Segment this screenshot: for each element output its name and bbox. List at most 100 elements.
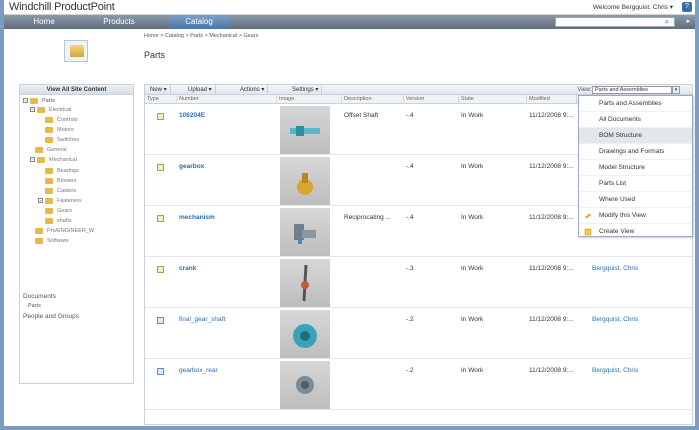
menu-item-drawings-formats[interactable]: Drawings and Formats (579, 144, 692, 160)
part-state: In Work (461, 214, 484, 221)
part-thumbnail[interactable] (280, 157, 330, 205)
col-number[interactable]: Number (177, 95, 277, 104)
modified-by-link[interactable]: Bergquist, Chris (592, 316, 638, 324)
part-thumbnail[interactable] (280, 310, 330, 358)
table-row[interactable]: final_gear_shaft -.2 In Work 11/12/2008 … (145, 309, 692, 359)
menu-item-parts-assemblies[interactable]: Parts and Assemblies (579, 96, 692, 112)
part-number[interactable]: gearbox_rear (179, 367, 218, 375)
part-description: Offset Shaft (344, 112, 379, 119)
part-thumbnail[interactable] (280, 106, 330, 154)
part-type-icon (157, 266, 164, 273)
modified-by-link[interactable]: Bergquist, Chris (592, 265, 638, 273)
tree-item[interactable]: Controls (45, 116, 77, 125)
part-version: -.2 (406, 316, 414, 323)
part-number[interactable]: final_gear_shaft (179, 316, 225, 324)
new-button[interactable]: New ▾ (147, 85, 171, 95)
tree-item[interactable]: Switches (45, 136, 79, 145)
tree-item[interactable]: Blowers (45, 177, 77, 186)
top-bar: Windchill ProductPoint Welcome Bergquist… (4, 0, 695, 15)
tree-item[interactable]: − Electrical (30, 106, 71, 115)
nav-link-parts[interactable]: Parts (28, 303, 41, 309)
menu-item-all-documents[interactable]: All Documents (579, 112, 692, 128)
menu-item-model-structure[interactable]: Model Structure (579, 160, 692, 176)
part-number[interactable]: 106204E (179, 112, 205, 120)
tree-item[interactable]: Casters (45, 187, 76, 196)
settings-button[interactable]: Settings ▾ (289, 85, 323, 95)
view-select[interactable]: Parts and Assemblies (592, 86, 672, 94)
part-type-icon (157, 317, 164, 324)
expand-icon[interactable]: + (38, 198, 43, 204)
folder-icon (35, 227, 43, 234)
part-thumbnail[interactable] (280, 259, 330, 307)
part-number[interactable]: gearbox (179, 163, 204, 171)
tree-item[interactable]: Gears (45, 207, 72, 216)
part-thumbnail[interactable] (280, 208, 330, 256)
tree-item[interactable]: Bearings (45, 167, 79, 176)
collapse-icon[interactable]: − (30, 107, 35, 113)
tree-item[interactable]: − Mechanical (30, 156, 77, 165)
tree-item-label: Motors (57, 127, 74, 133)
col-type[interactable]: Type (145, 95, 177, 104)
tab-home[interactable]: Home (14, 15, 74, 29)
menu-item-label: Modify this View (599, 212, 646, 219)
part-state: In Work (461, 316, 484, 323)
tree-item-label: Software (47, 238, 69, 244)
folder-icon (45, 187, 53, 194)
breadcrumb[interactable]: Home > Catalog > Parts > Mechanical > Ge… (144, 33, 258, 39)
tab-products[interactable]: Products (74, 15, 164, 29)
tree-item-label: Electrical (49, 107, 72, 113)
pencil-icon (584, 213, 592, 219)
table-row[interactable]: gearbox_rear -.2 In Work 11/12/2008 9:..… (145, 360, 692, 410)
menu-item-where-used[interactable]: Where Used (579, 192, 692, 208)
nav-link-documents[interactable]: Documents (23, 293, 56, 300)
actions-button[interactable]: Actions ▾ (237, 85, 269, 95)
part-number[interactable]: mechanism (179, 214, 215, 222)
help-icon[interactable]: ? (682, 2, 692, 12)
new-view-icon (584, 228, 592, 236)
modified-by-link[interactable]: Bergquist, Chris (592, 367, 638, 375)
search-input[interactable] (555, 17, 675, 27)
nav-arrow-icon[interactable]: ▸ (686, 17, 690, 25)
search-icon[interactable]: ⌕ (661, 17, 673, 27)
part-number[interactable]: crank (179, 265, 196, 273)
part-modified: 11/12/2008 9:... (529, 265, 574, 272)
col-image[interactable]: Image (277, 95, 342, 104)
tree-item-label: Casters (57, 188, 76, 194)
tree-item[interactable]: shafts (45, 217, 72, 226)
part-state: In Work (461, 265, 484, 272)
menu-item-modify-view[interactable]: Modify this View (579, 208, 692, 224)
menu-item-create-view[interactable]: Create View (579, 224, 692, 240)
menu-item-label: Create View (599, 228, 635, 235)
menu-item-parts-list[interactable]: Parts List (579, 176, 692, 192)
part-modified: 11/12/2008 9:... (529, 214, 574, 221)
tree-item-label: General (47, 147, 67, 153)
welcome-menu[interactable]: Welcome Bergquist, Chris ▾ (593, 3, 673, 11)
tree-item[interactable]: − Parts (23, 97, 55, 106)
col-description[interactable]: Description (342, 95, 404, 104)
view-dropdown-menu: Parts and Assemblies All Documents BOM S… (578, 95, 693, 237)
collapse-icon[interactable]: − (30, 157, 35, 163)
tab-catalog[interactable]: Catalog (169, 15, 229, 29)
part-type-icon (157, 113, 164, 120)
nav-link-people-groups[interactable]: People and Groups (23, 313, 79, 320)
menu-item-bom-structure[interactable]: BOM Structure (579, 128, 692, 144)
view-all-site-content[interactable]: View All Site Content (20, 85, 133, 95)
col-version[interactable]: Version (404, 95, 459, 104)
part-thumbnail[interactable] (280, 361, 330, 409)
tree-item[interactable]: Pro/ENGINEER_W (35, 227, 94, 236)
col-state[interactable]: State (459, 95, 527, 104)
folder-icon (35, 146, 43, 153)
tree-item-label: Mechanical (49, 157, 77, 163)
folder-icon (35, 237, 43, 244)
view-dropdown-icon[interactable]: ▾ (672, 86, 680, 94)
tree-item[interactable]: + Fasteners (38, 197, 81, 206)
col-modified[interactable]: Modified (527, 95, 577, 104)
table-row[interactable]: crank -.3 In Work 11/12/2008 9:... Bergq… (145, 258, 692, 308)
tree-item[interactable]: Motors (45, 126, 74, 135)
tree-item[interactable]: Software (35, 237, 69, 246)
upload-button[interactable]: Upload ▾ (185, 85, 216, 95)
tree-item[interactable]: General (35, 146, 67, 155)
app-frame: Windchill ProductPoint Welcome Bergquist… (0, 0, 699, 430)
collapse-icon[interactable]: − (23, 98, 28, 104)
part-modified: 11/12/2008 9:... (529, 316, 574, 323)
